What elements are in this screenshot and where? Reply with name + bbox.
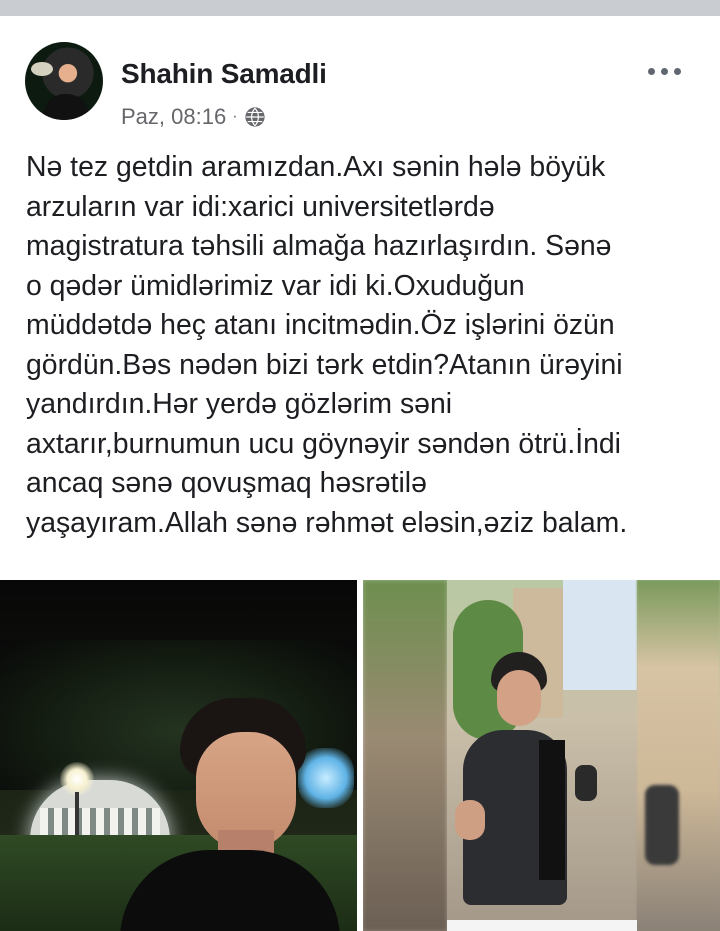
backpack-strap xyxy=(539,740,565,880)
seated-person-blurred xyxy=(645,785,679,865)
more-dot xyxy=(661,67,668,75)
man-face xyxy=(497,670,541,726)
post-header: Shahin Samadli Paz, 08:16 · xyxy=(0,16,720,132)
blurred-wall-right xyxy=(637,580,720,931)
more-dot xyxy=(674,67,681,75)
blurred-foliage-left xyxy=(363,580,447,931)
street-lamp-glow xyxy=(60,762,94,796)
globe-icon[interactable] xyxy=(244,106,266,128)
seated-person xyxy=(575,765,597,801)
author-name[interactable]: Shahin Samadli xyxy=(121,58,327,90)
post-text-line: magistratura təhsili almağa hazırlaşırdı… xyxy=(26,230,612,262)
post-text-line: o qədər ümidlərimiz var idi ki.Oxuduğun xyxy=(26,269,525,302)
post-text-line: arzuların var idi:xarici universitetlərd… xyxy=(26,190,495,223)
more-dot xyxy=(648,67,655,75)
post-text-line: Nə tez getdin aramızdan.Axı sənin hələ b… xyxy=(26,151,606,183)
blue-light-sculpture xyxy=(298,748,354,808)
sky xyxy=(563,580,637,690)
photo-night-portrait[interactable] xyxy=(0,580,357,931)
post-text-line: müddətdə heç atanı incitmədin.Öz işlərin… xyxy=(26,309,615,341)
post-text-line: ancaq sənə qovuşmaq həsrətilə xyxy=(26,467,427,499)
post-text-line: axtarır,burnumun ucu göynəyir səndən ötr… xyxy=(26,427,621,460)
avatar-shirt xyxy=(43,94,89,120)
meta-separator: · xyxy=(232,108,238,125)
post-text-line: yandırdın.Hər yerdə gözlərim səni xyxy=(26,388,453,420)
author-avatar[interactable] xyxy=(25,42,103,120)
avatar-light xyxy=(31,62,53,76)
more-options-icon[interactable] xyxy=(648,63,688,79)
top-strip xyxy=(0,0,720,16)
photo-grid xyxy=(0,580,720,931)
man-arm xyxy=(455,800,485,840)
post-text-line: yaşayıram.Allah sənə rəhmət eləsin,əziz … xyxy=(26,506,628,539)
post-body: Nə tez getdin aramızdan.Axı sənin hələ b… xyxy=(26,148,706,543)
post-text-line: gördün.Bəs nədən bizi tərk etdin?Atanın … xyxy=(26,348,623,381)
photo-street-screenshot[interactable] xyxy=(363,580,720,931)
post-timestamp[interactable]: Paz, 08:16 xyxy=(121,104,226,130)
post-meta: Paz, 08:16 · xyxy=(121,104,266,130)
screenshot-footer-bar xyxy=(447,920,637,931)
